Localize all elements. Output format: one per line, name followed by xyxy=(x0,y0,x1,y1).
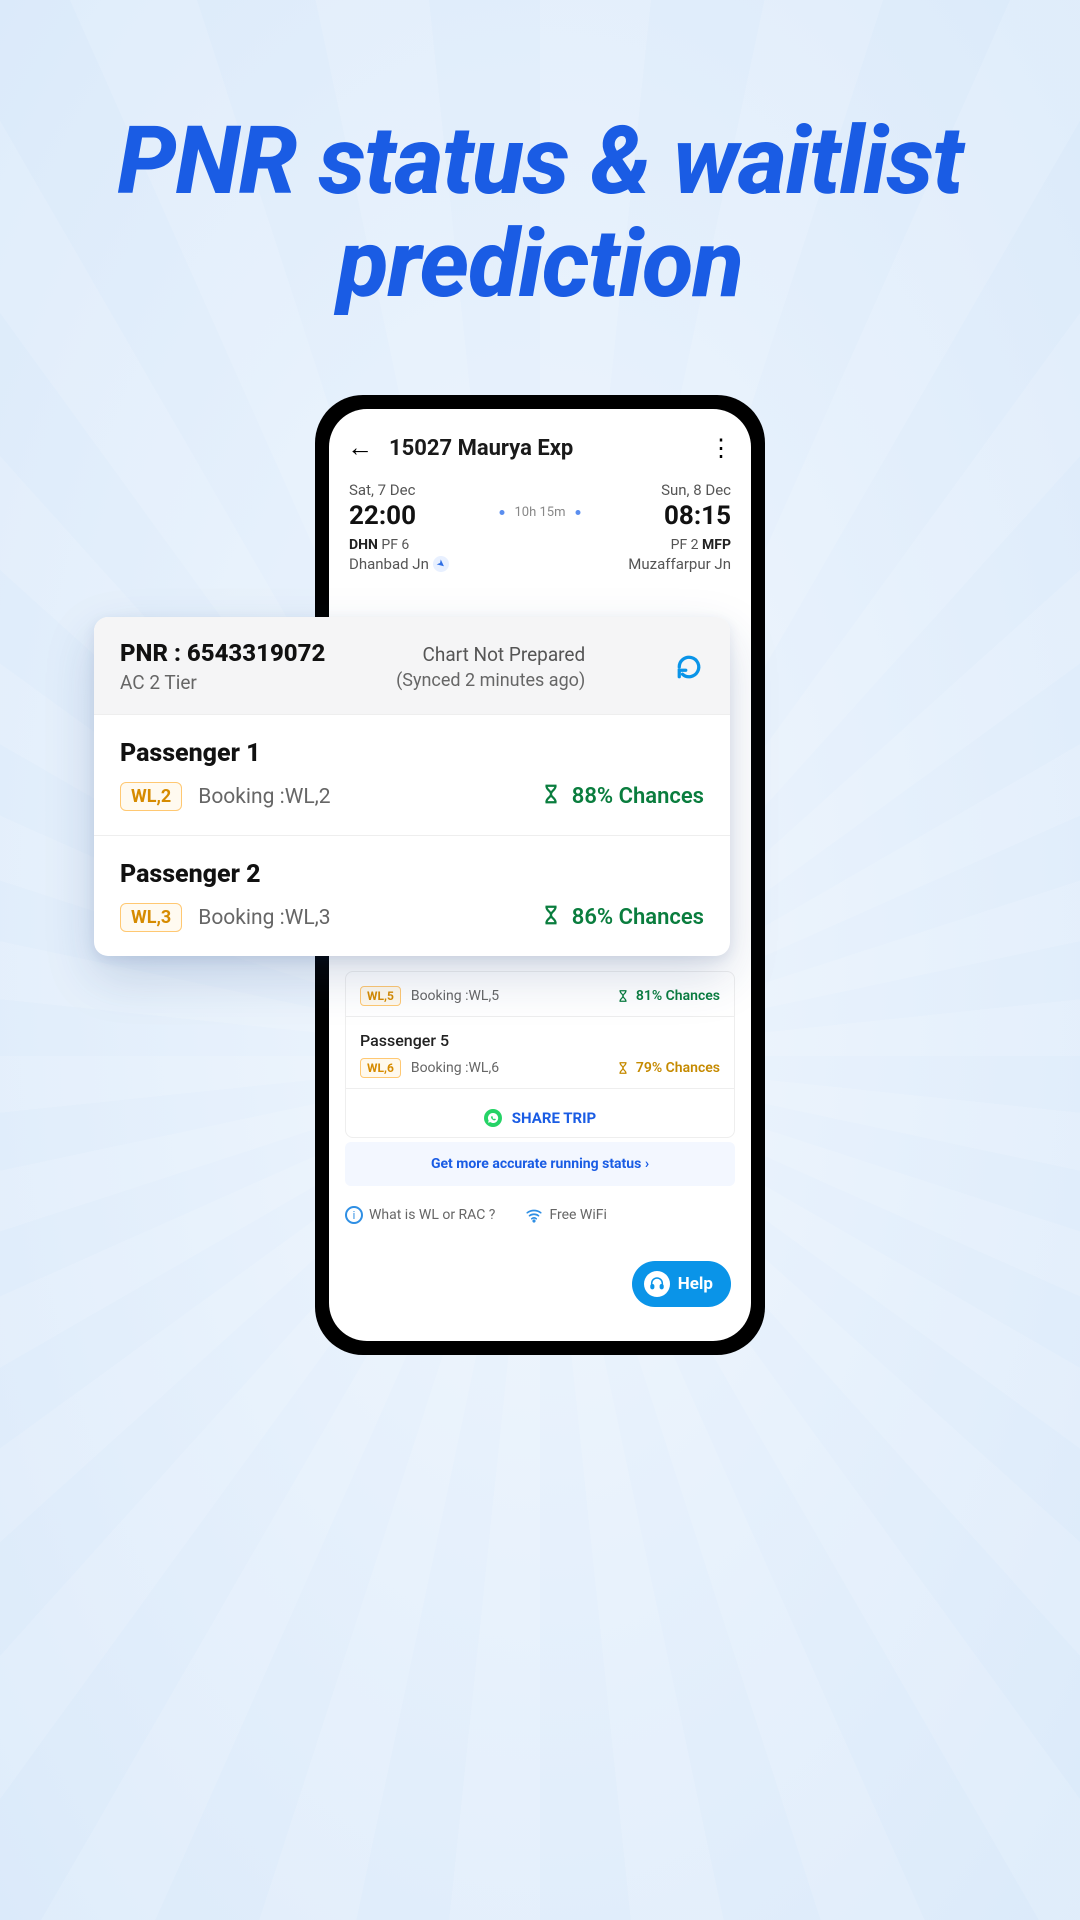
accurate-status-label: Get more accurate running status xyxy=(431,1156,641,1172)
passenger-name: Passenger 5 xyxy=(360,1031,720,1050)
journey-summary: Sat, 7 Dec 22:00 DHN PF 6 Dhanbad Jn ➤ 1… xyxy=(329,475,751,585)
pnr-class: AC 2 Tier xyxy=(120,671,325,694)
chance-text: 81% Chances xyxy=(616,988,720,1004)
chance-value: 86% Chances xyxy=(572,905,704,930)
headset-icon xyxy=(644,1271,670,1297)
refresh-button[interactable] xyxy=(674,652,704,682)
refresh-icon xyxy=(676,654,702,680)
accurate-status-button[interactable]: Get more accurate running status › xyxy=(345,1142,735,1186)
wifi-info[interactable]: Free WiFi xyxy=(525,1206,606,1224)
hourglass-icon xyxy=(616,1061,630,1075)
journey-duration: 10h 15m xyxy=(499,505,580,520)
wl-badge: WL,6 xyxy=(360,1058,401,1078)
arrive-code: MFP xyxy=(702,537,731,553)
chance-text: 88% Chances xyxy=(540,783,704,811)
depart-time: 22:00 xyxy=(349,501,449,531)
passenger-row-body: WL,6 Booking :WL,6 79% Chances xyxy=(360,1058,720,1078)
pnr-overlay-card: PNR : 6543319072 AC 2 Tier Chart Not Pre… xyxy=(94,617,730,956)
arrive-code-pf: PF 2 MFP xyxy=(671,537,731,553)
booking-text: Booking :WL,3 xyxy=(198,906,524,930)
overlay-passenger-body: WL,2 Booking :WL,2 88% Chances xyxy=(120,782,704,811)
info-icon: i xyxy=(345,1206,363,1224)
duration-dot-icon xyxy=(576,510,581,515)
booking-text: Booking :WL,2 xyxy=(198,785,524,809)
wifi-icon xyxy=(525,1206,543,1224)
pnr-header: PNR : 6543319072 AC 2 Tier Chart Not Pre… xyxy=(94,617,730,714)
passenger-row[interactable]: WL,5 Booking :WL,5 81% Chances xyxy=(346,972,734,1017)
chance-text: 86% Chances xyxy=(540,904,704,932)
app-header: ← 15027 Maurya Exp ⋮ xyxy=(329,409,751,475)
depart-date: Sat, 7 Dec xyxy=(349,481,449,499)
location-pin-icon[interactable]: ➤ xyxy=(430,553,453,576)
wl-badge: WL,2 xyxy=(120,782,182,811)
hourglass-icon xyxy=(540,904,562,932)
arrive-date: Sun, 8 Dec xyxy=(661,481,731,499)
chart-status: Chart Not Prepared xyxy=(396,643,585,666)
overlay-passenger-row[interactable]: Passenger 2 WL,3 Booking :WL,3 86% Chanc… xyxy=(94,835,730,956)
depart-station-text: Dhanbad Jn xyxy=(349,555,429,573)
overlay-passenger-name: Passenger 2 xyxy=(120,860,704,889)
overlay-passenger-row[interactable]: Passenger 1 WL,2 Booking :WL,2 88% Chanc… xyxy=(94,714,730,835)
share-trip-label: SHARE TRIP xyxy=(512,1109,596,1127)
chevron-right-icon: › xyxy=(645,1156,649,1172)
depart-code-pf: DHN PF 6 xyxy=(349,537,449,553)
pnr-right: Chart Not Prepared (Synced 2 minutes ago… xyxy=(396,643,585,691)
synced-text: (Synced 2 minutes ago) xyxy=(396,670,585,691)
wl-badge: WL,3 xyxy=(120,903,182,932)
wl-rac-info[interactable]: i What is WL or RAC ? xyxy=(345,1206,495,1224)
passenger-list: WL,5 Booking :WL,5 81% Chances Passenger… xyxy=(345,971,735,1138)
help-label: Help xyxy=(678,1274,713,1294)
wl-badge: WL,5 xyxy=(360,986,401,1006)
chance-value: 88% Chances xyxy=(572,784,704,809)
chance-text: 79% Chances xyxy=(616,1060,720,1076)
depart-code: DHN xyxy=(349,537,378,553)
duration-text: 10h 15m xyxy=(514,505,565,520)
overlay-passenger-name: Passenger 1 xyxy=(120,739,704,768)
more-options-icon[interactable]: ⋮ xyxy=(709,436,733,460)
arrive-time: 08:15 xyxy=(664,501,731,531)
arrive-pf: PF 2 xyxy=(671,537,699,553)
help-button[interactable]: Help xyxy=(632,1261,731,1307)
departure-col: Sat, 7 Dec 22:00 DHN PF 6 Dhanbad Jn ➤ xyxy=(349,481,449,573)
pnr-left: PNR : 6543319072 AC 2 Tier xyxy=(120,639,325,694)
chance-value: 79% Chances xyxy=(636,1060,720,1076)
train-title: 15027 Maurya Exp xyxy=(389,436,693,461)
wl-rac-label: What is WL or RAC ? xyxy=(369,1207,495,1223)
share-trip-button[interactable]: SHARE TRIP xyxy=(346,1089,734,1137)
depart-pf: PF 6 xyxy=(381,537,409,553)
pnr-number: PNR : 6543319072 xyxy=(120,639,325,667)
hourglass-icon xyxy=(616,989,630,1003)
phone-footer: i What is WL or RAC ? Free WiFi xyxy=(329,1186,751,1224)
headline: PNR status & waitlist prediction xyxy=(0,110,1080,317)
booking-text: Booking :WL,6 xyxy=(411,1060,606,1076)
whatsapp-icon xyxy=(484,1109,502,1127)
duration-dot-icon xyxy=(499,510,504,515)
hourglass-icon xyxy=(540,783,562,811)
overlay-passenger-body: WL,3 Booking :WL,3 86% Chances xyxy=(120,903,704,932)
booking-text: Booking :WL,5 xyxy=(411,988,606,1004)
passenger-row-body: WL,5 Booking :WL,5 81% Chances xyxy=(360,986,720,1006)
chance-value: 81% Chances xyxy=(636,988,720,1004)
arrive-station: Muzaffarpur Jn xyxy=(628,555,731,573)
wifi-label: Free WiFi xyxy=(549,1207,606,1223)
back-arrow-icon[interactable]: ← xyxy=(347,435,373,461)
arrival-col: Sun, 8 Dec 08:15 PF 2 MFP Muzaffarpur Jn xyxy=(628,481,731,573)
depart-station: Dhanbad Jn ➤ xyxy=(349,555,449,573)
passenger-row[interactable]: Passenger 5 WL,6 Booking :WL,6 79% Chanc… xyxy=(346,1017,734,1089)
